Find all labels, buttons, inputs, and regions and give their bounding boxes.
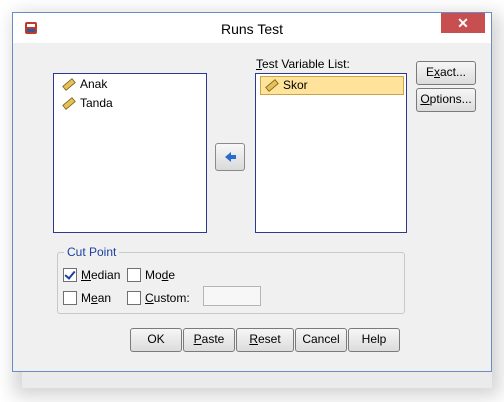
ruler-scale-icon xyxy=(62,78,76,91)
custom-label: Custom: xyxy=(145,291,190,305)
mode-option[interactable]: Mode xyxy=(127,268,175,282)
median-label: Median xyxy=(81,268,121,282)
arrow-left-icon xyxy=(225,152,236,162)
close-icon: ✕ xyxy=(457,15,469,31)
custom-option[interactable]: Custom: xyxy=(127,291,190,305)
custom-value-field[interactable] xyxy=(203,286,261,306)
ruler-scale-icon xyxy=(265,79,279,92)
mean-label: Mean xyxy=(81,291,112,305)
runs-test-dialog: Runs Test ✕ Anak Tanda Test Variable Lis… xyxy=(12,12,492,372)
cut-point-legend: Cut Point xyxy=(64,245,120,259)
median-checkbox[interactable] xyxy=(63,268,77,282)
options-button[interactable]: Options... xyxy=(416,88,476,112)
custom-checkbox[interactable] xyxy=(127,291,141,305)
variable-label: Tanda xyxy=(80,96,113,110)
paste-button[interactable]: Paste xyxy=(183,328,235,352)
help-button[interactable]: Help xyxy=(348,328,400,352)
ok-button[interactable]: OK xyxy=(130,328,182,352)
mean-checkbox[interactable] xyxy=(63,291,77,305)
variable-label: Skor xyxy=(283,78,308,92)
list-item[interactable]: Skor xyxy=(260,76,404,95)
test-variable-list[interactable]: Skor xyxy=(255,73,407,233)
source-variable-list[interactable]: Anak Tanda xyxy=(53,73,207,233)
median-option[interactable]: Median xyxy=(63,268,120,282)
move-to-test-list-button[interactable] xyxy=(215,143,245,171)
close-button[interactable]: ✕ xyxy=(441,13,485,33)
variable-label: Anak xyxy=(80,77,108,91)
title-bar: Runs Test ✕ xyxy=(13,13,491,43)
mode-label: Mode xyxy=(145,268,176,282)
test-variable-list-label: Test Variable List: xyxy=(256,57,350,71)
list-item[interactable]: Anak xyxy=(58,76,204,93)
dialog-title: Runs Test xyxy=(221,21,283,37)
exact-button[interactable]: Exact... xyxy=(416,61,476,85)
cancel-button[interactable]: Cancel xyxy=(295,328,347,352)
list-item[interactable]: Tanda xyxy=(58,95,204,112)
reset-button[interactable]: Reset xyxy=(236,328,294,352)
ruler-scale-icon xyxy=(62,97,76,110)
mode-checkbox[interactable] xyxy=(127,268,141,282)
mean-option[interactable]: Mean xyxy=(63,291,111,305)
